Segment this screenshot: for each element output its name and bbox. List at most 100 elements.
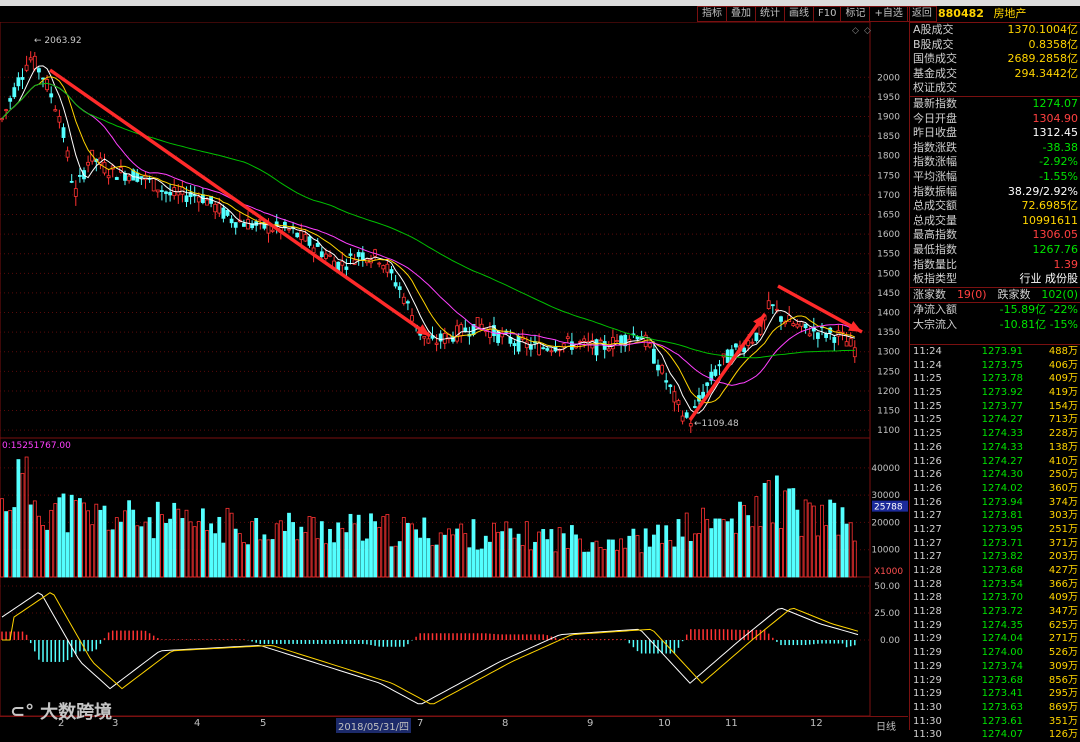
volume-bar bbox=[151, 538, 156, 578]
candle-body bbox=[791, 323, 796, 326]
quote-row: 指数量比 1.39 bbox=[910, 258, 1080, 273]
price-tick-label: 1450 bbox=[877, 289, 900, 299]
candle-body bbox=[385, 263, 390, 273]
volume-bar bbox=[594, 540, 599, 578]
turnover-value: 2689.2858亿 bbox=[1007, 52, 1079, 66]
candle-body bbox=[37, 68, 41, 73]
turnover-row: 基金成交 294.3442亿 bbox=[910, 67, 1080, 82]
tick-price: 1274.35 bbox=[981, 619, 1023, 631]
toolbar-f10[interactable]: F10 bbox=[813, 6, 841, 22]
volume-bar bbox=[258, 539, 263, 578]
tick-price: 1273.54 bbox=[981, 578, 1023, 590]
volume-bar bbox=[131, 509, 136, 578]
volume-bar bbox=[328, 528, 332, 578]
tick-row: 11:29 1273.41 295万 bbox=[910, 687, 1080, 701]
candle-body bbox=[8, 98, 13, 102]
up-count: 19(0) bbox=[956, 287, 987, 301]
toolbar-mark[interactable]: 标记 bbox=[840, 6, 870, 22]
toolbar-overlay[interactable]: 叠加 bbox=[726, 6, 755, 22]
turnover-value: 0.8358亿 bbox=[1028, 37, 1079, 51]
tick-volume: 154万 bbox=[1048, 400, 1078, 412]
tick-time: 11:28 bbox=[913, 592, 942, 604]
candle-body bbox=[652, 348, 656, 364]
volume-bar bbox=[643, 528, 648, 578]
candle-body bbox=[688, 423, 693, 427]
volume-bar bbox=[106, 529, 111, 578]
advance-decline: 涨家数 19(0) 跌家数 102(0) bbox=[910, 286, 1080, 303]
tick-price: 1273.78 bbox=[981, 373, 1023, 385]
candle-body bbox=[705, 382, 710, 386]
volume-bar bbox=[434, 544, 439, 578]
tick-volume: 271万 bbox=[1048, 633, 1078, 645]
tick-volume: 409万 bbox=[1048, 373, 1078, 385]
candle-body bbox=[69, 180, 74, 183]
volume-bar bbox=[274, 523, 279, 578]
tick-list[interactable]: 11:24 1273.91 488万 11:24 1273.75 406万 11:25 127… bbox=[910, 344, 1080, 742]
volume-bar bbox=[213, 533, 218, 578]
quote-value: 38.29/2.92% bbox=[1007, 184, 1078, 198]
candle-body bbox=[578, 341, 582, 343]
tick-row: 11:25 1273.77 154万 bbox=[910, 400, 1080, 414]
tick-volume: 374万 bbox=[1048, 496, 1078, 508]
candle-body bbox=[615, 340, 619, 343]
quote-label: 总成交额 bbox=[913, 199, 957, 213]
volume-bar bbox=[233, 528, 238, 578]
volume-bar bbox=[541, 529, 546, 578]
volume-bar bbox=[69, 494, 74, 578]
volume-bar bbox=[188, 521, 193, 578]
quote-row: 板指类型 行业 成份股 bbox=[910, 272, 1080, 287]
tick-time: 11:24 bbox=[913, 359, 942, 371]
date-axis: 2 3 4 5 2018/05/31/四 7 8 9 10 11 12 日线 bbox=[0, 716, 908, 733]
tick-row: 11:24 1273.75 406万 bbox=[910, 359, 1080, 373]
candle-body bbox=[832, 336, 837, 343]
candle-body bbox=[319, 251, 324, 257]
tick-price: 1274.04 bbox=[981, 633, 1023, 645]
candle-body bbox=[127, 175, 131, 182]
toolbar-draw[interactable]: 画线 bbox=[784, 6, 813, 22]
toolbar-indicator[interactable]: 指标 bbox=[697, 6, 726, 22]
tick-price: 1273.70 bbox=[981, 592, 1023, 604]
candle-body bbox=[611, 336, 615, 350]
volume-bar bbox=[721, 519, 726, 578]
settings-icon: ◇ bbox=[852, 26, 859, 36]
toolbar-add-watchlist[interactable]: +自选 bbox=[869, 6, 907, 22]
volume-bar bbox=[303, 532, 308, 578]
toolbar-stats[interactable]: 统计 bbox=[755, 6, 784, 22]
volume-bar bbox=[492, 522, 496, 578]
tick-volume: 360万 bbox=[1048, 482, 1078, 494]
tick-row: 11:27 1273.95 251万 bbox=[910, 523, 1080, 537]
tick-price: 1273.71 bbox=[981, 537, 1023, 549]
chart-svg[interactable]: 2000 1950 1900 1850 1800 1750 1700 1650 1600 1550… bbox=[0, 22, 908, 730]
tick-row: 11:29 1274.35 625万 bbox=[910, 619, 1080, 633]
tick-volume: 309万 bbox=[1048, 660, 1078, 672]
candle-body bbox=[713, 369, 718, 376]
quote-row: 指数振幅 38.29/2.92% bbox=[910, 185, 1080, 200]
tick-row: 11:30 1274.07 126万 bbox=[910, 728, 1080, 742]
tick-volume: 488万 bbox=[1048, 346, 1078, 357]
volume-bar bbox=[500, 531, 505, 578]
volume-bar bbox=[405, 522, 410, 578]
kline-chart[interactable]: 2000 1950 1900 1850 1800 1750 1700 1650 1600 1550… bbox=[0, 22, 908, 730]
candle-body bbox=[779, 316, 783, 322]
volume-bar bbox=[287, 512, 291, 578]
volume-bar bbox=[459, 523, 464, 578]
candle-body bbox=[4, 109, 8, 112]
tick-row: 11:28 1273.72 347万 bbox=[910, 605, 1080, 619]
price-tick-label: 1900 bbox=[877, 112, 900, 122]
volume-bar bbox=[442, 534, 447, 578]
volume-bar bbox=[508, 528, 513, 578]
tick-time: 11:29 bbox=[913, 619, 942, 631]
turnover-label: 国债成交 bbox=[913, 52, 957, 66]
volume-bar bbox=[467, 547, 472, 578]
tick-row: 11:25 1273.92 419万 bbox=[910, 386, 1080, 400]
price-tick-label: 1750 bbox=[877, 171, 900, 181]
tick-volume: 869万 bbox=[1048, 701, 1078, 713]
tick-row: 11:29 1274.00 526万 bbox=[910, 646, 1080, 660]
period-label[interactable]: 日线 bbox=[876, 718, 896, 733]
volume-bar bbox=[647, 546, 652, 578]
candle-body bbox=[328, 254, 332, 257]
turnover-label: 基金成交 bbox=[913, 66, 957, 80]
candle-body bbox=[123, 173, 127, 181]
volume-bar bbox=[323, 543, 328, 578]
quote-value: 1.39 bbox=[1053, 257, 1079, 271]
